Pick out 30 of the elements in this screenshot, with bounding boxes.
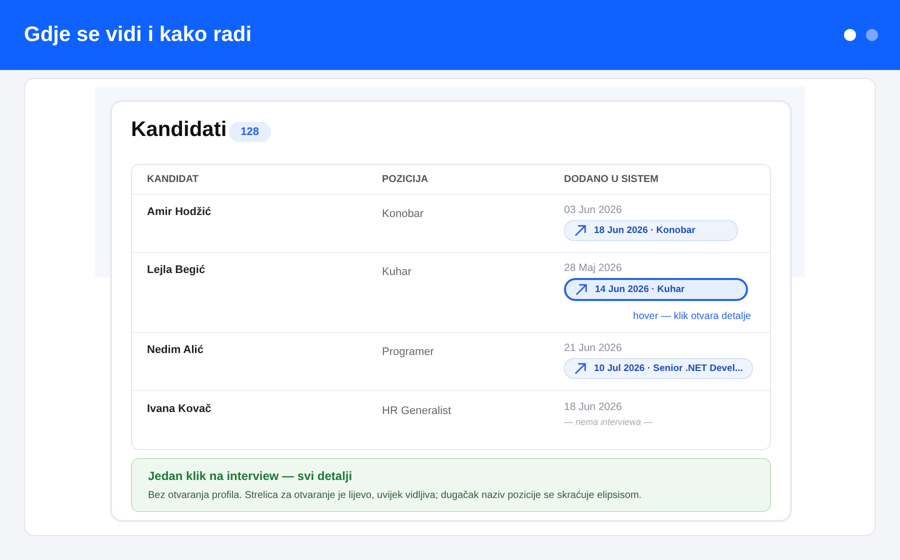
position-text: Kuhar (382, 265, 412, 280)
candidate-name: Lejla Begić (147, 263, 206, 278)
position-text: Konobar (382, 207, 425, 222)
interview-chip[interactable]: 14 Jun 2026 · Kuhar (564, 278, 748, 301)
added-date: 21 Jun 2026 (564, 342, 622, 354)
column-header: DODANO U SISTEM (564, 174, 660, 185)
candidate-name: Amir Hodžić (147, 205, 212, 220)
pager-dot[interactable] (866, 29, 878, 41)
interview-chip[interactable]: 10 Jul 2026 · Senior .NET Devel... (564, 358, 753, 379)
note-title: Jedan klik na interview — svi detalji (148, 469, 354, 483)
arrow-icon (574, 224, 587, 237)
arrow-icon (575, 283, 588, 296)
column-header: KANDIDAT (147, 174, 200, 185)
card-title: Kandidati (131, 118, 227, 142)
candidate-name: Nedim Alić (147, 343, 204, 358)
added-date: 28 Maj 2026 (564, 262, 622, 274)
candidate-name: Ivana Kovač (147, 402, 212, 417)
page-title: Gdje se vidi i kako radi (24, 23, 252, 47)
column-header: POZICIJA (382, 174, 430, 185)
no-interview-text: — nema interviewa — (564, 417, 653, 427)
arrow-icon (574, 362, 587, 375)
hover-hint: hover — klik otvara detalje (633, 311, 751, 322)
added-date: 03 Jun 2026 (564, 204, 622, 216)
note-text: Bez otvaranja profila. Strelica za otvaranje je lijevo, uvijek vidljiva; dugačak naziv pozicije se skraćuje elipsisom. (148, 490, 643, 501)
interview-chip[interactable]: 18 Jun 2026 · Konobar (564, 220, 738, 241)
position-text: HR Generalist (382, 404, 452, 419)
added-date: 18 Jun 2026 (564, 401, 622, 413)
pager-dot[interactable] (844, 29, 856, 41)
position-text: Programer (382, 345, 435, 360)
count-badge: 128 (228, 122, 272, 142)
